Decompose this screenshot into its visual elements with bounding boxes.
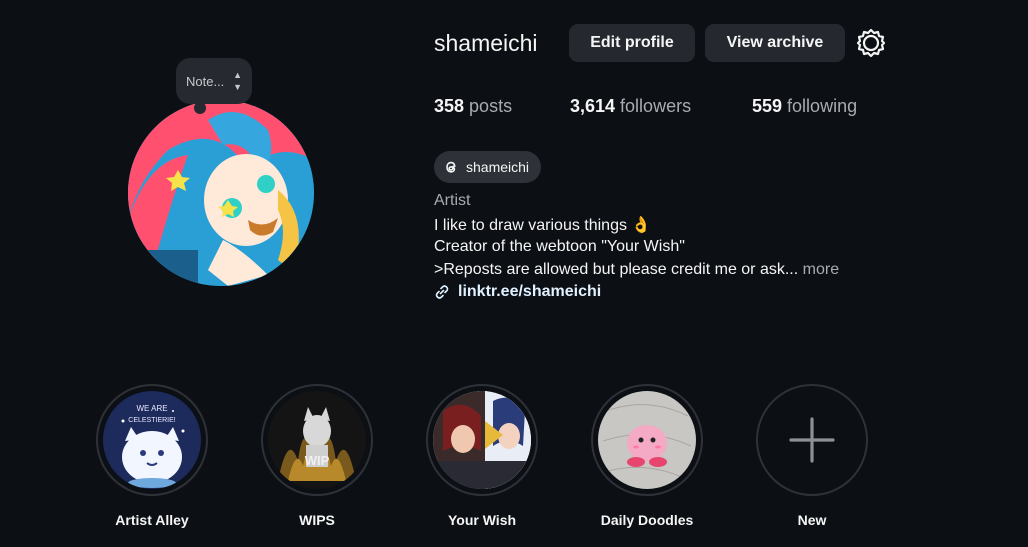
bio-website-link[interactable]: linktr.ee/shameichi — [434, 283, 601, 301]
chevron-up-icon[interactable]: ▲ — [233, 70, 242, 80]
note-bubble[interactable]: Note... ▲ ▼ — [176, 58, 252, 114]
highlight-cover — [598, 391, 696, 489]
highlight-cover: WE ARE CELESTIERIE! — [103, 391, 201, 489]
bio-line-3: >Reposts are allowed but please credit m… — [434, 261, 839, 279]
bio-line-2: Creator of the webtoon "Your Wish" — [434, 238, 685, 255]
note-scroll-arrows[interactable]: ▲ ▼ — [233, 70, 242, 92]
following-number: 559 — [752, 96, 783, 116]
highlight-ring — [756, 384, 868, 496]
followers-number: 3,614 — [570, 96, 616, 116]
following-label: following — [782, 96, 858, 116]
highlight-your-wish[interactable]: Your Wish — [417, 384, 547, 528]
avatar-container — [128, 100, 318, 290]
highlight-label: Your Wish — [447, 512, 517, 528]
highlight-ring — [591, 384, 703, 496]
highlight-label: Daily Doodles — [600, 512, 694, 528]
bio-line-1: I like to draw various things 👌 — [434, 217, 652, 234]
avatar[interactable] — [128, 100, 314, 286]
bio-link-text: linktr.ee/shameichi — [458, 283, 602, 300]
highlight-wips[interactable]: WIP WIPS — [252, 384, 382, 528]
highlight-artist-alley[interactable]: WE ARE CELESTIERIE! Artist Alley — [87, 384, 217, 528]
followers-label: followers — [615, 96, 692, 116]
profile-category: Artist — [434, 192, 471, 209]
highlight-cover: WIP — [268, 391, 366, 489]
highlight-ring: WE ARE CELESTIERIE! — [96, 384, 208, 496]
threads-handle: shameichi — [466, 159, 530, 175]
edit-profile-button[interactable]: Edit profile — [569, 24, 695, 62]
plus-icon — [789, 417, 835, 463]
highlight-label: WIPS — [299, 512, 335, 528]
cover-text-line-1: WE ARE — [136, 404, 167, 413]
bio-more-link[interactable]: more — [798, 261, 839, 278]
link-icon — [435, 285, 449, 299]
highlight-label: Artist Alley — [115, 512, 189, 528]
highlight-new[interactable]: New — [747, 384, 877, 528]
note-placeholder: Note... — [186, 73, 225, 89]
bio-line-3-text: >Reposts are allowed but please credit m… — [434, 261, 799, 278]
highlight-ring: WIP — [261, 384, 373, 496]
avatar-illustration — [128, 100, 314, 286]
posts-count: 358 posts — [434, 96, 512, 117]
gear-icon[interactable] — [856, 28, 886, 58]
followers-link[interactable]: 3,614 followers — [570, 96, 691, 117]
cover-text-wip: WIP — [305, 453, 330, 468]
view-archive-button[interactable]: View archive — [705, 24, 845, 62]
highlight-ring — [426, 384, 538, 496]
new-highlight-circle — [763, 391, 861, 489]
posts-label: posts — [464, 96, 513, 116]
highlight-label: New — [797, 512, 827, 528]
chevron-down-icon[interactable]: ▼ — [233, 82, 242, 92]
profile-page: Note... ▲ ▼ shameichi Edit profile View … — [0, 0, 1028, 547]
highlight-daily-doodles[interactable]: Daily Doodles — [582, 384, 712, 528]
username: shameichi — [434, 30, 538, 56]
cover-text-line-2: CELESTIERIE! — [128, 417, 176, 424]
posts-number: 358 — [434, 96, 465, 116]
threads-icon — [446, 161, 456, 173]
highlight-cover — [433, 391, 531, 489]
following-link[interactable]: 559 following — [752, 96, 857, 117]
threads-badge[interactable]: shameichi — [434, 151, 542, 183]
